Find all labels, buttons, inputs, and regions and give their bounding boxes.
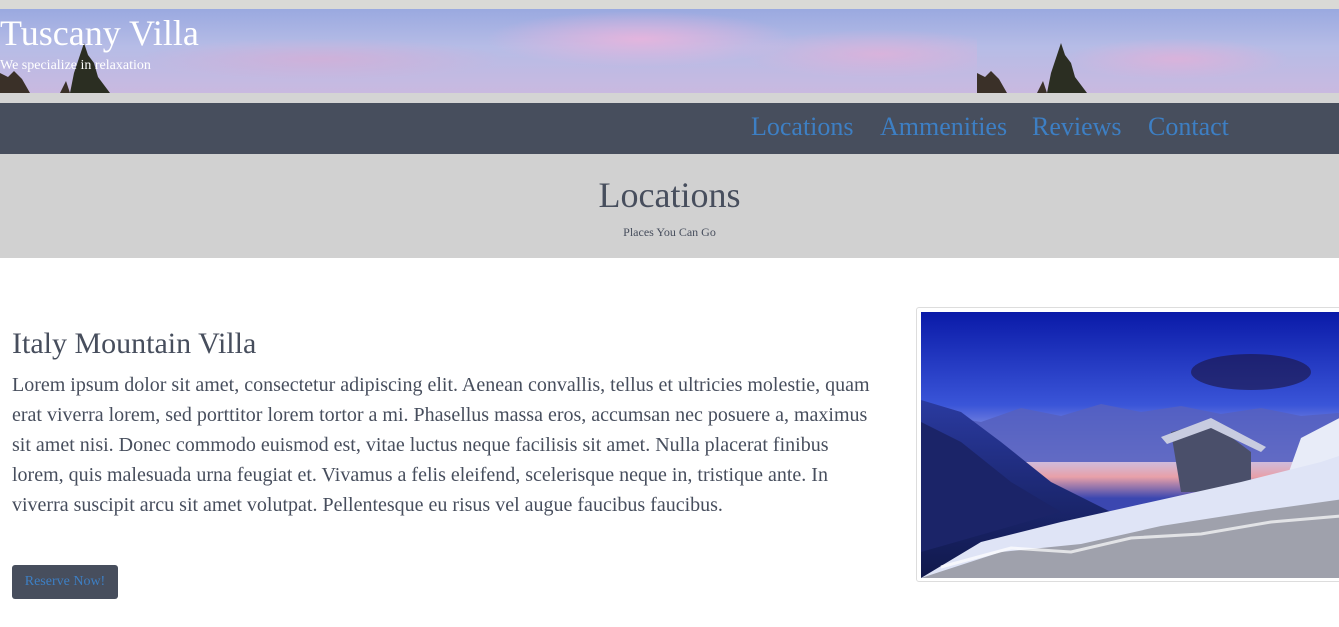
header-banner: Tuscany Villa We specialize in relaxatio…	[0, 9, 1339, 93]
nav-link-locations[interactable]: Locations	[751, 114, 854, 140]
nav-link-contact[interactable]: Contact	[1148, 114, 1229, 140]
nav-link-reviews[interactable]: Reviews	[1032, 114, 1122, 140]
tree-silhouette-icon	[977, 43, 1087, 93]
section-header: Locations Places You Can Go	[0, 154, 1339, 258]
top-strip	[0, 0, 1339, 9]
mountain-landscape-icon	[921, 312, 1339, 578]
main-navbar: Locations Ammenities Reviews Contact	[0, 103, 1339, 154]
location-title: Italy Mountain Villa	[12, 327, 257, 360]
site-title: Tuscany Villa	[0, 13, 199, 53]
location-image-frame	[916, 307, 1339, 582]
section-subtitle: Places You Can Go	[623, 225, 716, 239]
mountain-landscape-image	[921, 312, 1339, 578]
site-tagline: We specialize in relaxation	[0, 58, 151, 73]
header-divider	[0, 93, 1339, 103]
nav-link-ammenities[interactable]: Ammenities	[880, 114, 1007, 140]
reserve-now-button[interactable]: Reserve Now!	[12, 565, 118, 599]
banner-sky-image-repeat	[977, 9, 1339, 93]
section-title: Locations	[598, 175, 741, 215]
location-description: Lorem ipsum dolor sit amet, consectetur …	[12, 374, 870, 516]
